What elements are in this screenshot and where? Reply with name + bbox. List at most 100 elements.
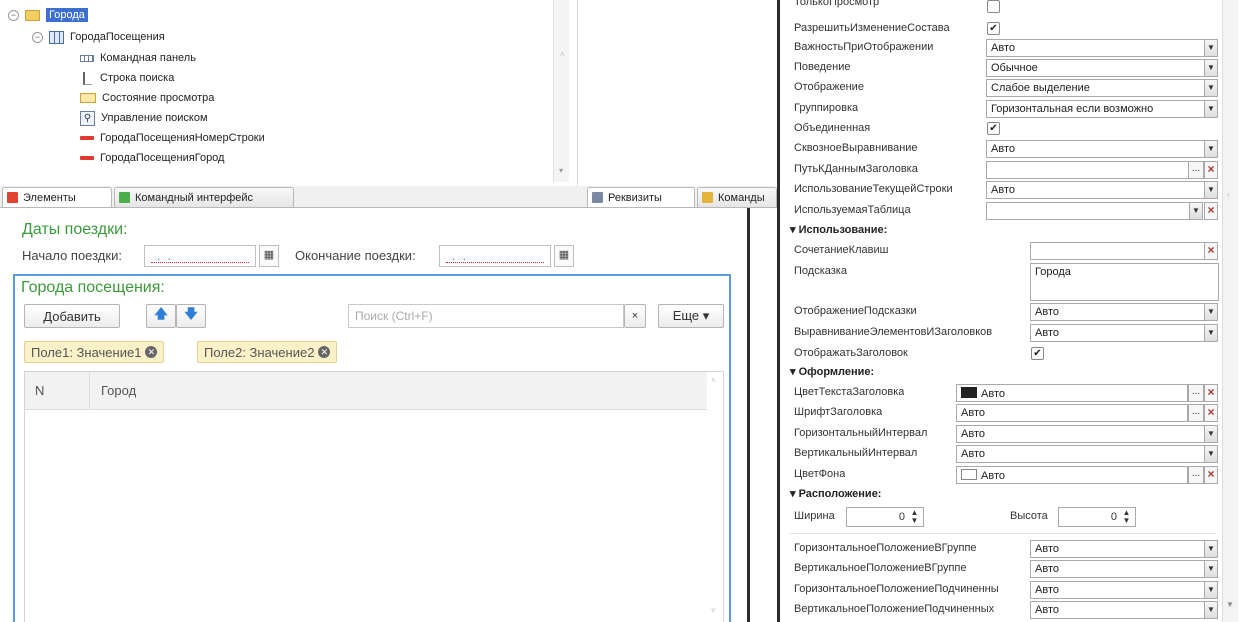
calendar-icon[interactable]: ▦ [259,245,279,267]
tab-label: Командный интерфейс [135,191,254,204]
end-date-input[interactable]: . . [439,245,551,267]
tab-elements[interactable]: Элементы [2,187,112,207]
tree-node-command-bar[interactable]: Командная панель [80,49,196,67]
tree-node-root[interactable]: − Города [8,6,88,24]
bg-color-input[interactable]: Авто [956,466,1188,484]
title-data-path-input[interactable] [986,161,1189,179]
used-table-select[interactable] [986,202,1190,220]
dropdown-icon[interactable]: ▼ [1204,425,1218,443]
filter-chip[interactable]: Поле1: Значение1 ✕ [24,341,165,363]
ellipsis-button[interactable]: ... [1188,161,1204,179]
hint-input[interactable]: Города [1030,263,1219,301]
items-align-select[interactable]: Авто [1030,324,1205,342]
tree-node-search-control[interactable]: ⚲ Управление поиском [80,109,208,127]
clear-search-button[interactable]: × [624,304,646,328]
through-align-select[interactable]: Авто [986,140,1205,158]
clear-icon[interactable]: × [1204,404,1218,422]
column-header-n[interactable]: N [35,383,44,398]
title-font-input[interactable]: Авто [956,404,1188,422]
tree-node-view-state[interactable]: Состояние просмотра [80,89,214,107]
tree-node-field-city[interactable]: ГородаПосещенияГород [80,149,224,167]
search-input[interactable]: Поиск (Ctrl+F) [348,304,624,328]
tree-node-search-string[interactable]: Строка поиска [80,69,174,87]
collapse-icon[interactable]: − [8,9,19,21]
behavior-select[interactable]: Обычное [986,59,1205,77]
remove-chip-icon[interactable]: ✕ [145,346,158,358]
dropdown-icon[interactable]: ▼ [1204,100,1218,118]
column-header-city[interactable]: Город [101,383,136,398]
dropdown-icon[interactable]: ▼ [1204,181,1218,199]
representation-select[interactable]: Слабое выделение [986,79,1205,97]
hint-display-select[interactable]: Авто [1030,303,1205,321]
remove-chip-icon[interactable]: ✕ [318,346,331,358]
filter-chip[interactable]: Поле2: Значение2 ✕ [197,341,338,363]
v-pos-children-select[interactable]: Авто [1030,601,1205,619]
width-spinner[interactable]: 0 ▲ ▼ [846,507,924,527]
clear-icon[interactable]: × [1204,466,1218,484]
column-divider [89,372,90,410]
spinner-arrows-icon[interactable]: ▲ ▼ [907,509,922,525]
current-row-use-select[interactable]: Авто [986,181,1205,199]
cities-table[interactable]: N Город ˄ ˅ [24,371,724,622]
dropdown-icon[interactable]: ▼ [1204,79,1218,97]
tab-attributes[interactable]: Реквизиты [587,187,695,207]
ellipsis-button[interactable]: ... [1188,384,1204,402]
move-up-button[interactable]: 🡅 [146,304,176,328]
calendar-icon[interactable]: ▦ [554,245,574,267]
arrow-down-icon: 🡇 [184,306,198,321]
more-button[interactable]: Еще ▾ [658,304,724,328]
collapse-icon[interactable]: − [32,31,43,43]
section-usage[interactable]: ▾ Использование: [790,223,887,239]
panel-splitter[interactable] [747,208,750,622]
tab-command-interface[interactable]: Командный интерфейс [114,187,294,207]
shortcut-input[interactable] [1030,242,1205,260]
h-pos-children-select[interactable]: Авто [1030,581,1205,599]
dropdown-icon[interactable]: ▼ [1204,140,1218,158]
clear-icon[interactable]: × [1204,161,1218,179]
dropdown-icon[interactable]: ▼ [1204,560,1218,578]
dropdown-icon[interactable]: ▼ [1204,445,1218,463]
add-button[interactable]: Добавить [24,304,120,328]
tree-node-label: Строка поиска [100,72,175,84]
tree-node-field-rownum[interactable]: ГородаПосещенияНомерСтроки [80,129,265,147]
ellipsis-button[interactable]: ... [1188,404,1204,422]
clear-icon[interactable]: × [1204,384,1218,402]
start-date-input[interactable]: . . [144,245,256,267]
input-field-icon [83,71,92,85]
h-interval-select[interactable]: Авто [956,425,1205,443]
dropdown-icon[interactable]: ▼ [1204,324,1218,342]
dropdown-icon[interactable]: ▼ [1204,540,1218,558]
tab-commands[interactable]: Команды [697,187,777,207]
v-pos-group-select[interactable]: Авто [1030,560,1205,578]
dropdown-icon[interactable]: ▼ [1204,581,1218,599]
section-layout[interactable]: ▾ Расположение: [790,487,881,503]
readonly-checkbox[interactable] [987,0,1000,13]
dropdown-icon[interactable]: ▼ [1204,59,1218,77]
clear-icon[interactable]: × [1204,202,1218,220]
command-bar-icon [80,54,94,62]
title-color-input[interactable]: Авто [956,384,1188,402]
dropdown-icon[interactable]: ▼ [1204,39,1218,57]
dropdown-icon[interactable]: ▼ [1204,303,1218,321]
ellipsis-button[interactable]: ... [1188,466,1204,484]
prop-row-importance: ВажностьПриОтображении Авто ▼ [790,38,1220,58]
table-scrollbar[interactable]: ˄ ˅ [707,372,723,622]
tree-node-label: Состояние просмотра [102,92,215,104]
tree-scrollbar[interactable]: ˄ ▾ [553,0,569,182]
dropdown-icon[interactable]: ▼ [1189,202,1203,220]
importance-select[interactable]: Авто [986,39,1205,57]
section-design[interactable]: ▾ Оформление: [790,365,874,381]
clear-icon[interactable]: × [1204,242,1218,260]
v-interval-select[interactable]: Авто [956,445,1205,463]
move-down-button[interactable]: 🡇 [176,304,206,328]
united-checkbox[interactable]: ✔ [987,122,1000,135]
allow-change-checkbox[interactable]: ✔ [987,22,1000,35]
tree-node-table[interactable]: − ГородаПосещения [32,28,165,46]
properties-scrollbar[interactable]: ‹ ▼ [1222,0,1238,622]
dropdown-icon[interactable]: ▼ [1204,601,1218,619]
spinner-arrows-icon[interactable]: ▲ ▼ [1119,509,1134,525]
height-spinner[interactable]: 0 ▲ ▼ [1058,507,1136,527]
h-pos-group-select[interactable]: Авто [1030,540,1205,558]
show-title-checkbox[interactable]: ✔ [1031,347,1044,360]
grouping-select[interactable]: Горизонтальная если возможно [986,100,1205,118]
